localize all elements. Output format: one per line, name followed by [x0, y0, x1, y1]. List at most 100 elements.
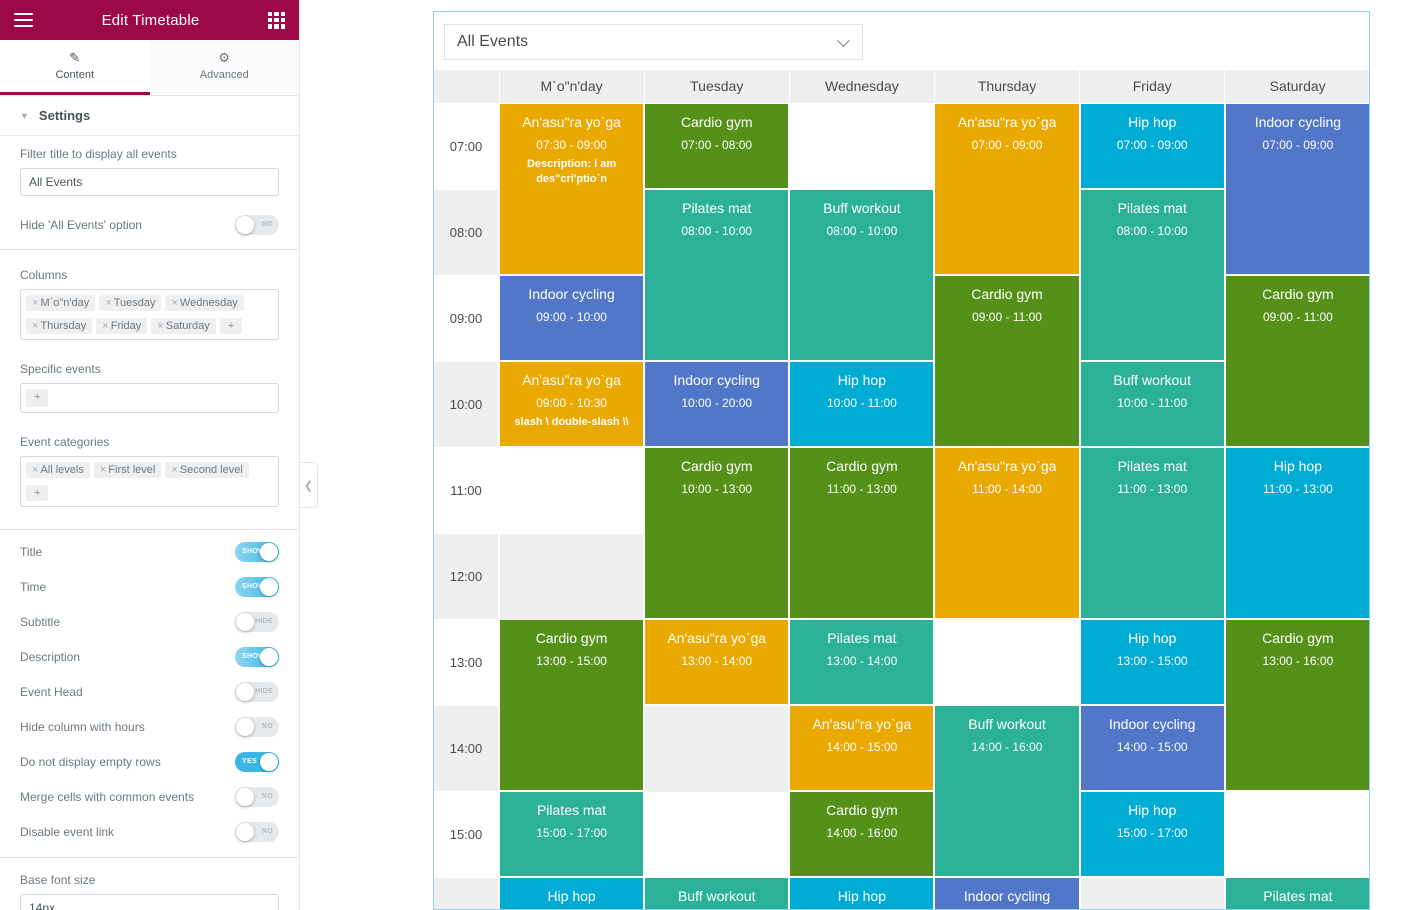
- tag-column[interactable]: × Saturday: [151, 318, 216, 334]
- event-cell[interactable]: Pilates mat 08:00 - 10:00: [643, 189, 790, 362]
- event-cell[interactable]: Cardio gym 13:00 - 16:00: [1223, 619, 1369, 792]
- toggle-switch[interactable]: SHOW: [235, 576, 279, 597]
- event-block[interactable]: Pilates mat 08:00 - 10:00: [645, 189, 789, 362]
- event-block[interactable]: Cardio gym 14:00 - 16:00: [790, 791, 934, 878]
- event-block[interactable]: Buff workout 14:00 - 16:00: [935, 705, 1079, 878]
- event-block[interactable]: Cardio gym 09:00 - 11:00: [1225, 275, 1369, 448]
- event-cell[interactable]: An'asu"ra yo`ga 07:00 - 09:00: [933, 103, 1080, 276]
- event-block[interactable]: An'asu"ra yo`ga 07:00 - 09:00: [935, 103, 1079, 276]
- event-block[interactable]: Indoor cycling 10:00 - 20:00: [645, 361, 789, 448]
- event-cell[interactable]: Indoor cycling 07:00 - 09:00: [1223, 103, 1369, 276]
- event-block[interactable]: Pilates mat 13:00 - 14:00: [790, 619, 934, 706]
- event-block[interactable]: Cardio gym 13:00 - 16:00: [1225, 619, 1369, 792]
- event-cell[interactable]: Hip hop 10:00 - 11:00: [788, 361, 935, 448]
- event-cell[interactable]: Cardio gym 13:00 - 15:00: [497, 619, 645, 792]
- event-block[interactable]: Hip hop 07:00 - 09:00: [1080, 103, 1224, 190]
- toggle-switch[interactable]: HIDE: [235, 681, 279, 702]
- event-block[interactable]: An'asu"ra yo`ga 11:00 - 14:00: [935, 447, 1079, 620]
- event-block[interactable]: Cardio gym 13:00 - 15:00: [500, 619, 644, 792]
- tag-column[interactable]: × Friday: [96, 318, 148, 334]
- tab-content[interactable]: ✎ Content: [0, 40, 150, 95]
- event-block[interactable]: Pilates mat: [1225, 877, 1369, 909]
- event-block[interactable]: Buff workout 08:00 - 10:00: [790, 189, 934, 362]
- event-cell[interactable]: Cardio gym 07:00 - 08:00: [643, 103, 790, 190]
- event-cell[interactable]: Buff workout: [643, 877, 790, 909]
- event-cell[interactable]: Hip hop: [788, 877, 935, 909]
- base-font-size-input[interactable]: [20, 894, 279, 910]
- add-category-tag-button[interactable]: +: [26, 485, 49, 501]
- event-cell[interactable]: Pilates mat: [1223, 877, 1369, 909]
- event-block[interactable]: Pilates mat 11:00 - 13:00: [1080, 447, 1224, 620]
- hamburger-icon[interactable]: [14, 13, 33, 27]
- tag-column[interactable]: × M`o"n'day: [26, 295, 96, 311]
- event-block[interactable]: An'asu"ra yo`ga 07:30 - 09:00 Description:…: [500, 103, 644, 276]
- filter-title-input[interactable]: [20, 168, 279, 196]
- event-filter-select[interactable]: All Events: [444, 24, 863, 60]
- toggle-switch[interactable]: SHOW: [235, 541, 279, 562]
- event-block[interactable]: Buff workout 10:00 - 11:00: [1080, 361, 1224, 448]
- event-cell[interactable]: Indoor cycling 09:00 - 10:00: [497, 275, 645, 362]
- settings-section-header[interactable]: ▼ Settings: [0, 96, 299, 136]
- event-block[interactable]: Hip hop: [500, 877, 644, 909]
- event-block[interactable]: Cardio gym 10:00 - 13:00: [645, 447, 789, 620]
- event-block[interactable]: Hip hop 15:00 - 17:00: [1080, 791, 1224, 878]
- event-cell[interactable]: An'asu"ra yo`ga 09:00 - 10:30 slash \ doub…: [497, 361, 645, 448]
- event-block[interactable]: Cardio gym 09:00 - 11:00: [935, 275, 1079, 448]
- tag-column[interactable]: × Tuesday: [99, 295, 162, 311]
- event-block[interactable]: Buff workout: [645, 877, 789, 909]
- event-cell[interactable]: An'asu"ra yo`ga 07:30 - 09:00 Description:…: [497, 103, 645, 276]
- event-cell[interactable]: Pilates mat 08:00 - 10:00: [1078, 189, 1225, 362]
- event-cell[interactable]: Pilates mat 13:00 - 14:00: [788, 619, 935, 706]
- tag-column[interactable]: × Wednesday: [165, 295, 244, 311]
- event-block[interactable]: Hip hop: [790, 877, 934, 909]
- event-cell[interactable]: Hip hop 11:00 - 13:00: [1223, 447, 1369, 620]
- tag-category[interactable]: × First level: [93, 462, 162, 478]
- event-cell[interactable]: An'asu"ra yo`ga 11:00 - 14:00: [933, 447, 1080, 620]
- event-block[interactable]: An'asu"ra yo`ga 14:00 - 15:00: [790, 705, 934, 792]
- event-cell[interactable]: Buff workout 14:00 - 16:00: [933, 705, 1080, 878]
- specific-events-tagbox[interactable]: +: [20, 383, 279, 413]
- tab-advanced[interactable]: ⚙ Advanced: [149, 40, 299, 95]
- event-block[interactable]: Cardio gym 07:00 - 08:00: [645, 103, 789, 190]
- event-block[interactable]: Hip hop 13:00 - 15:00: [1080, 619, 1224, 706]
- event-cell[interactable]: Cardio gym 10:00 - 13:00: [643, 447, 790, 620]
- event-cell[interactable]: Indoor cycling 10:00 - 20:00: [643, 361, 790, 448]
- event-block[interactable]: Pilates mat 15:00 - 17:00: [500, 791, 644, 878]
- event-block[interactable]: Hip hop 10:00 - 11:00: [790, 361, 934, 448]
- event-block[interactable]: Hip hop 11:00 - 13:00: [1225, 447, 1369, 620]
- event-cell[interactable]: Indoor cycling: [933, 877, 1080, 909]
- event-cell[interactable]: Hip hop 07:00 - 09:00: [1078, 103, 1225, 190]
- panel-collapse-handle[interactable]: ❮: [300, 462, 318, 508]
- event-block[interactable]: Indoor cycling 14:00 - 15:00: [1080, 705, 1224, 792]
- event-cell[interactable]: Pilates mat 11:00 - 13:00: [1078, 447, 1225, 620]
- hide-all-events-toggle[interactable]: NO: [235, 214, 279, 235]
- columns-tagbox[interactable]: × M`o"n'day × Tuesday × Wednesday × Thursday…: [20, 289, 279, 340]
- event-cell[interactable]: Hip hop 13:00 - 15:00: [1078, 619, 1225, 706]
- event-cell[interactable]: Hip hop 15:00 - 17:00: [1078, 791, 1225, 878]
- grid-icon[interactable]: [268, 11, 285, 29]
- event-categories-tagbox[interactable]: × All levels × First level × Second level +: [20, 456, 279, 507]
- tag-category[interactable]: × Second level: [165, 462, 249, 478]
- tag-category[interactable]: × All levels: [26, 462, 90, 478]
- event-cell[interactable]: An'asu"ra yo`ga 14:00 - 15:00: [788, 705, 935, 792]
- toggle-switch[interactable]: NO: [235, 716, 279, 737]
- event-block[interactable]: An'asu"ra yo`ga 13:00 - 14:00: [645, 619, 789, 706]
- add-column-tag-button[interactable]: +: [219, 318, 243, 334]
- event-cell[interactable]: Buff workout 08:00 - 10:00: [788, 189, 935, 362]
- event-cell[interactable]: Cardio gym 09:00 - 11:00: [933, 275, 1080, 448]
- event-block[interactable]: Indoor cycling 07:00 - 09:00: [1225, 103, 1369, 276]
- event-cell[interactable]: Indoor cycling 14:00 - 15:00: [1078, 705, 1225, 792]
- event-block[interactable]: Indoor cycling 09:00 - 10:00: [500, 275, 644, 362]
- event-cell[interactable]: Buff workout 10:00 - 11:00: [1078, 361, 1225, 448]
- toggle-switch[interactable]: NO: [235, 821, 279, 842]
- event-block[interactable]: An'asu"ra yo`ga 09:00 - 10:30 slash \ doub…: [500, 361, 644, 448]
- toggle-switch[interactable]: NO: [235, 786, 279, 807]
- event-cell[interactable]: An'asu"ra yo`ga 13:00 - 14:00: [643, 619, 790, 706]
- event-block[interactable]: Indoor cycling: [935, 877, 1079, 909]
- event-cell[interactable]: Hip hop: [497, 877, 645, 909]
- event-cell[interactable]: Cardio gym 14:00 - 16:00: [788, 791, 935, 878]
- toggle-switch[interactable]: HIDE: [235, 611, 279, 632]
- add-specific-event-button[interactable]: +: [26, 389, 49, 407]
- event-cell[interactable]: Cardio gym 11:00 - 13:00: [788, 447, 935, 620]
- tag-column[interactable]: × Thursday: [26, 318, 93, 334]
